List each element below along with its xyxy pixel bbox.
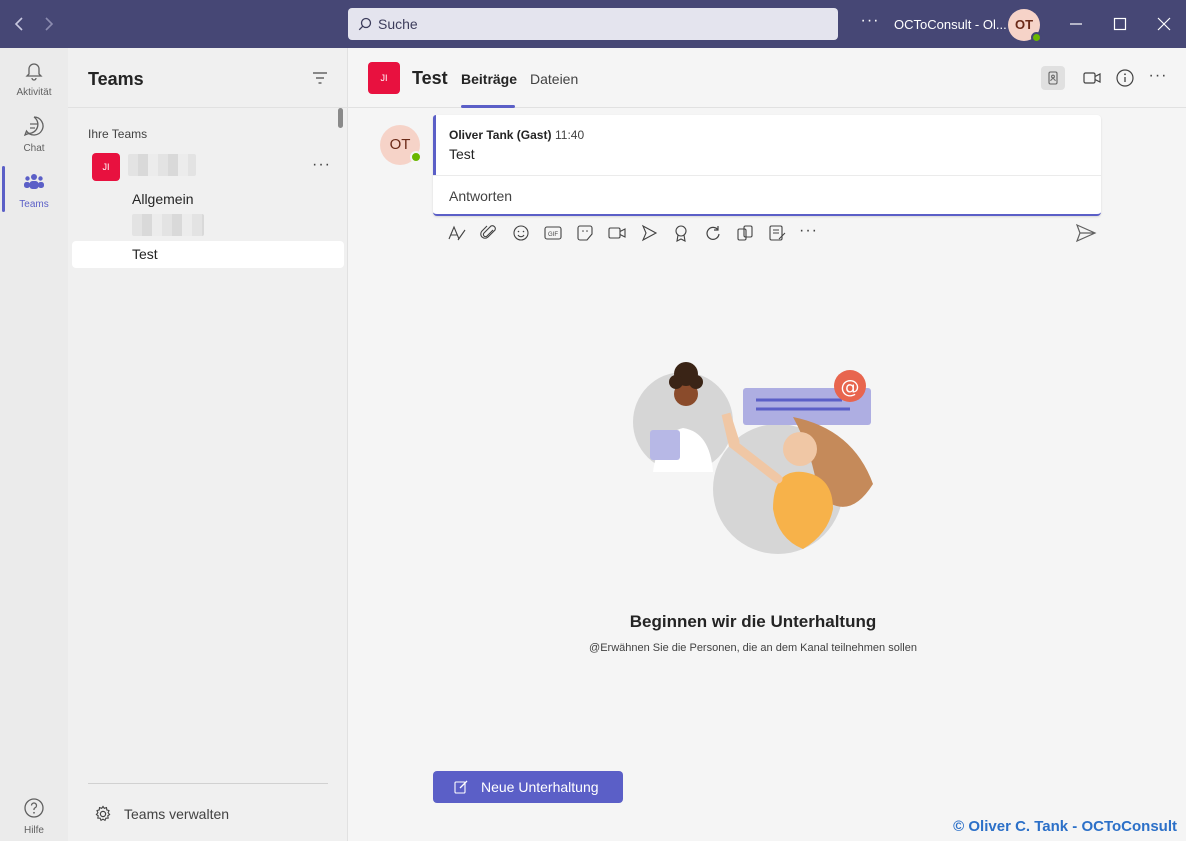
manage-teams-label: Teams verwalten	[124, 806, 230, 822]
teams-panel-header: Teams	[68, 48, 348, 108]
apps-icon[interactable]	[735, 222, 755, 244]
notes-icon[interactable]	[767, 222, 787, 244]
channel-team-avatar: JI	[368, 62, 400, 94]
praise-icon[interactable]	[671, 222, 691, 244]
post-author-avatar[interactable]: OT	[380, 125, 422, 165]
sticker-icon[interactable]	[575, 222, 595, 244]
section-label: Ihre Teams	[88, 127, 148, 141]
send-icon[interactable]	[1075, 223, 1097, 243]
meet-video-icon[interactable]	[1080, 66, 1104, 90]
settings-more-icon[interactable]: ···	[860, 12, 880, 30]
channel-info-panel-icon[interactable]	[1041, 66, 1065, 90]
back-arrow-icon[interactable]	[8, 12, 32, 36]
tab-dateien[interactable]: Dateien	[530, 71, 578, 87]
channel-title: Test	[412, 68, 448, 88]
panel-title: Teams	[88, 69, 144, 89]
team-more-options-icon[interactable]: ···	[312, 156, 331, 174]
channel-item-test[interactable]: Test	[72, 241, 344, 268]
redacted-team-name	[128, 154, 196, 176]
reply-input[interactable]: Antworten	[449, 188, 512, 204]
minimize-icon[interactable]	[1064, 12, 1088, 36]
presence-available-icon	[1031, 32, 1042, 43]
search-placeholder: Suche	[378, 16, 418, 32]
org-name[interactable]: OCToConsult - Ol...	[894, 17, 1007, 32]
format-icon[interactable]	[447, 222, 467, 244]
title-bar: Suche ··· OCToConsult - Ol... OT	[0, 0, 1186, 48]
teams-panel: Teams Ihre Teams JI ··· Allgemein Test T…	[68, 48, 348, 841]
appbar-activity[interactable]: Aktivität	[0, 48, 68, 104]
post-card: Oliver Tank (Gast) 11:40 Test Antworten	[433, 115, 1101, 216]
empty-state-subtitle: @Erwähnen Sie die Personen, die an dem K…	[589, 642, 917, 654]
channel-label: Test	[132, 246, 158, 262]
divider	[88, 783, 328, 784]
app-bar: Aktivität Chat Teams Hilfe	[0, 48, 68, 841]
gif-icon[interactable]: GIF	[543, 222, 563, 244]
help-icon	[24, 798, 44, 818]
teams-icon	[24, 174, 44, 189]
stream-icon[interactable]	[639, 222, 659, 244]
team-avatar: JI	[92, 153, 120, 181]
close-icon[interactable]	[1152, 12, 1176, 36]
scrollbar-thumb[interactable]	[338, 108, 343, 128]
bell-icon	[25, 63, 43, 81]
filter-icon[interactable]	[311, 70, 329, 86]
post-text: Test	[449, 146, 475, 162]
more-options-icon[interactable]: ···	[799, 222, 819, 244]
tab-beitraege[interactable]: Beiträge	[461, 71, 517, 87]
channel-label: Allgemein	[132, 191, 194, 207]
appbar-help-label: Hilfe	[23, 825, 44, 836]
team-item[interactable]: JI ···	[72, 148, 344, 186]
channel-view: JI Test Beiträge Dateien ··· OT Oliver T…	[348, 48, 1186, 841]
mention-icon: @	[841, 376, 860, 398]
appbar-chat[interactable]: Chat	[0, 104, 68, 160]
avatar-initials: OT	[389, 136, 411, 153]
appbar-teams-label: Teams	[19, 199, 49, 210]
appbar-activity-label: Aktivität	[16, 87, 52, 98]
emoji-icon[interactable]	[511, 222, 531, 244]
attach-icon[interactable]	[479, 222, 499, 244]
appbar-help[interactable]: Hilfe	[0, 786, 68, 841]
new-conversation-button[interactable]: Neue Unterhaltung	[433, 771, 623, 803]
channel-more-options-icon[interactable]: ···	[1146, 66, 1170, 90]
divider	[433, 175, 1101, 176]
search-box[interactable]: Suche	[348, 8, 838, 40]
compose-icon	[454, 780, 468, 794]
channel-header: JI Test Beiträge Dateien ···	[348, 48, 1186, 108]
maximize-icon[interactable]	[1108, 12, 1132, 36]
chat-icon	[23, 116, 44, 137]
copyright-watermark: © Oliver C. Tank - OCToConsult	[953, 818, 1177, 835]
post-author: Oliver Tank (Gast)	[449, 128, 552, 142]
info-icon[interactable]	[1113, 66, 1137, 90]
meet-now-icon[interactable]	[607, 222, 627, 244]
profile-avatar[interactable]: OT	[1008, 9, 1042, 43]
new-conversation-label: Neue Unterhaltung	[481, 779, 599, 795]
post-accent-bar	[433, 115, 436, 175]
redacted-channel-name[interactable]	[132, 214, 204, 236]
conversation-illustration: @	[633, 362, 873, 554]
channel-item-allgemein[interactable]: Allgemein	[72, 186, 344, 213]
svg-text:GIF: GIF	[548, 232, 558, 238]
appbar-teams[interactable]: Teams	[0, 160, 68, 216]
gear-icon	[95, 805, 111, 822]
presence-available-icon	[410, 151, 422, 163]
post-time: 11:40	[555, 128, 585, 142]
forward-arrow-icon[interactable]	[36, 12, 60, 36]
search-icon	[358, 17, 372, 31]
avatar-initials: OT	[1014, 17, 1034, 32]
appbar-chat-label: Chat	[23, 143, 45, 154]
loop-icon[interactable]	[703, 222, 723, 244]
active-tab-indicator	[461, 105, 515, 108]
empty-state-title: Beginnen wir die Unterhaltung	[629, 612, 877, 631]
